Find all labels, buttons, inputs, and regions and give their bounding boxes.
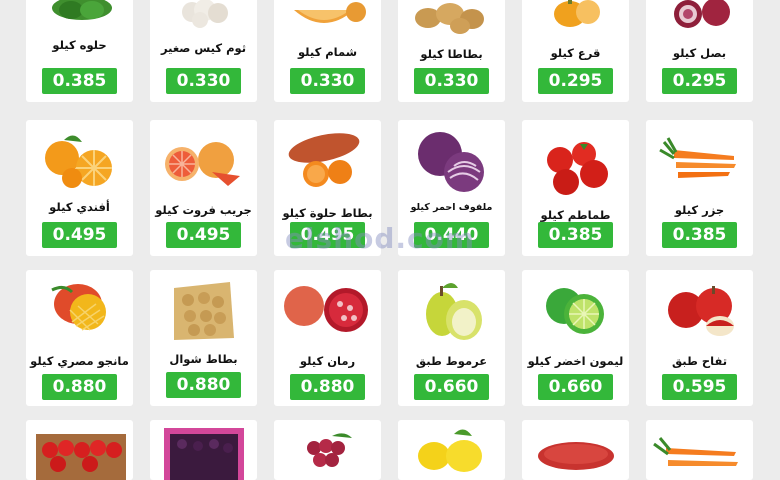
product-price: 0.385 — [538, 222, 613, 248]
product-card[interactable]: بطاط شوال 0.880 — [150, 270, 257, 406]
product-name: أفندي كيلو — [49, 200, 110, 214]
tomato-icon — [522, 120, 629, 200]
product-name: ليمون اخضر كيلو — [527, 354, 624, 368]
product-name: ملفوف احمر كيلو — [410, 202, 493, 213]
watermark: elshod.com — [284, 222, 476, 255]
product-name: طماطم كيلو — [540, 208, 611, 222]
grapefruit-icon — [150, 120, 257, 194]
tangerine-icon — [26, 120, 133, 194]
sweet-potato-icon — [522, 420, 629, 480]
potato-sack-icon — [150, 270, 257, 346]
product-price: 0.330 — [290, 68, 365, 94]
product-name: بطاط شوال — [169, 352, 238, 366]
potato-icon — [398, 0, 505, 36]
product-card[interactable]: طماطم كيلو 0.385 — [522, 120, 629, 256]
product-card[interactable]: ثوم كيس صغير 0.330 — [150, 0, 257, 102]
onion-icon — [646, 0, 753, 32]
product-name: جزر كيلو — [674, 203, 725, 217]
pear-icon — [398, 270, 505, 346]
product-grid: حلوه كيلو 0.385 ثوم كيس صغير 0.330 شمام … — [0, 0, 780, 480]
product-name: تفاح طبق — [671, 354, 728, 368]
pumpkin-icon — [522, 0, 629, 32]
lemon-icon — [398, 420, 505, 480]
cantaloupe-icon — [274, 0, 381, 34]
product-price: 0.495 — [166, 222, 241, 248]
product-card[interactable] — [150, 420, 257, 480]
grapes-icon — [274, 420, 381, 480]
product-name: حلوه كيلو — [52, 38, 107, 52]
product-name: مانجو مصري كيلو — [30, 354, 129, 368]
product-card[interactable]: شمام كيلو 0.330 — [274, 0, 381, 102]
carrot-icon — [646, 120, 753, 194]
product-name: بصل كيلو — [672, 46, 727, 60]
product-price: 0.880 — [42, 374, 117, 400]
product-card[interactable] — [398, 420, 505, 480]
product-price: 0.330 — [414, 68, 489, 94]
pomegranate-icon — [274, 270, 381, 344]
product-card[interactable] — [522, 420, 629, 480]
product-card[interactable]: أفندي كيلو 0.495 — [26, 120, 133, 256]
product-price: 0.295 — [662, 68, 737, 94]
product-card[interactable]: حلوه كيلو 0.385 — [26, 0, 133, 102]
berries-box-icon — [150, 420, 257, 480]
product-price: 0.385 — [662, 222, 737, 248]
product-card[interactable]: جزر كيلو 0.385 — [646, 120, 753, 256]
product-name: ثوم كيس صغير — [160, 41, 247, 55]
product-name: شمام كيلو — [297, 45, 358, 59]
product-price: 0.330 — [166, 68, 241, 94]
product-card[interactable]: رمان كيلو 0.880 — [274, 270, 381, 406]
product-card[interactable]: مانجو مصري كيلو 0.880 — [26, 270, 133, 406]
product-name: جريب فروت كيلو — [155, 203, 252, 217]
product-name: رمان كيلو — [299, 354, 356, 368]
product-card[interactable]: تفاح طبق 0.595 — [646, 270, 753, 406]
product-card[interactable]: بصل كيلو 0.295 — [646, 0, 753, 102]
product-price: 0.385 — [42, 68, 117, 94]
product-price: 0.495 — [42, 222, 117, 248]
lime-icon — [522, 270, 629, 344]
product-price: 0.660 — [414, 374, 489, 400]
product-card[interactable]: قرع كيلو 0.295 — [522, 0, 629, 102]
product-card[interactable]: عرموط طبق 0.660 — [398, 270, 505, 406]
product-card[interactable] — [646, 420, 753, 480]
product-price: 0.595 — [662, 374, 737, 400]
carrot-icon — [646, 420, 753, 480]
product-card[interactable]: بطاطا كيلو 0.330 — [398, 0, 505, 102]
product-price: 0.880 — [290, 374, 365, 400]
product-name: بطاطا كيلو — [420, 47, 483, 61]
sweet-potato-icon — [274, 120, 381, 194]
strawberry-box-icon — [26, 420, 133, 480]
mango-icon — [26, 270, 133, 346]
vegetable-icon — [26, 0, 133, 32]
product-price: 0.295 — [538, 68, 613, 94]
product-card[interactable]: ليمون اخضر كيلو 0.660 — [522, 270, 629, 406]
garlic-icon — [150, 0, 257, 32]
product-price: 0.660 — [538, 374, 613, 400]
product-card[interactable] — [274, 420, 381, 480]
red-cabbage-icon — [398, 120, 505, 194]
product-name: قرع كيلو — [550, 46, 601, 60]
apple-icon — [646, 270, 753, 344]
product-name: بطاط حلوة كيلو — [282, 206, 373, 220]
product-name: عرموط طبق — [415, 354, 488, 368]
product-price: 0.880 — [166, 372, 241, 398]
product-card[interactable]: جريب فروت كيلو 0.495 — [150, 120, 257, 256]
product-card[interactable] — [26, 420, 133, 480]
